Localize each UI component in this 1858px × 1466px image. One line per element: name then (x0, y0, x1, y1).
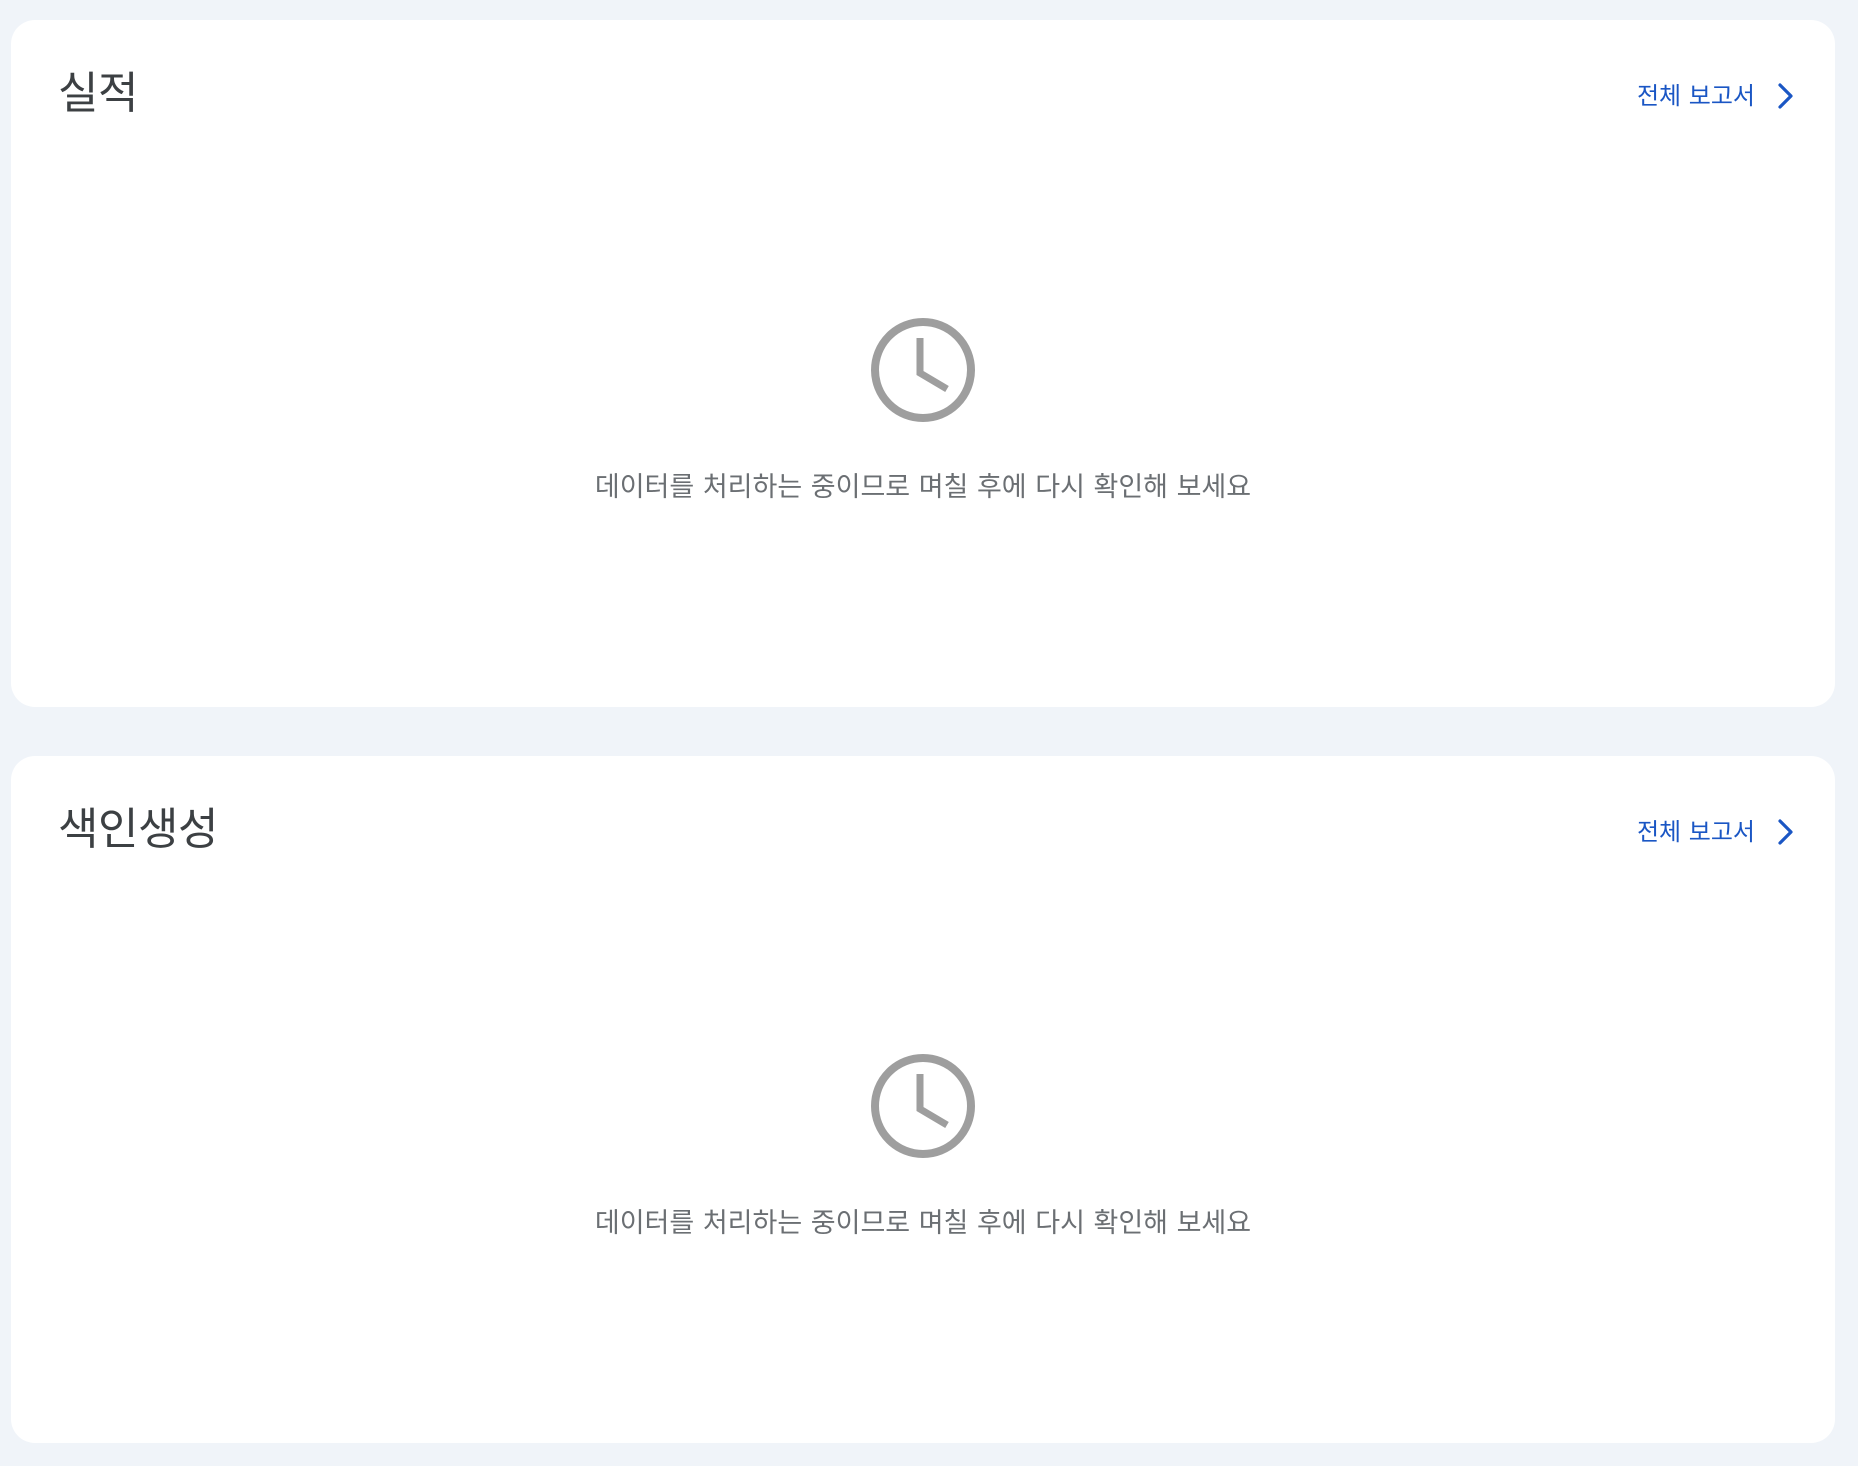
indexing-card: 색인생성 전체 보고서 데이터를 처리하는 중이므로 며칠 후에 다시 확인해 … (11, 756, 1835, 1443)
clock-icon (871, 1054, 975, 1158)
performance-card: 실적 전체 보고서 데이터를 처리하는 중이므로 며칠 후에 다시 확인해 보세… (11, 20, 1835, 707)
full-report-label: 전체 보고서 (1636, 82, 1755, 110)
chevron-right-icon (1778, 83, 1793, 109)
page: 실적 전체 보고서 데이터를 처리하는 중이므로 며칠 후에 다시 확인해 보세… (0, 0, 1858, 1466)
chevron-right-icon (1778, 819, 1793, 845)
performance-full-report-link[interactable]: 전체 보고서 (1637, 76, 1797, 116)
performance-title: 실적 (58, 68, 138, 119)
clock-icon (871, 318, 975, 422)
empty-state-message: 데이터를 처리하는 중이므로 며칠 후에 다시 확인해 보세요 (594, 472, 1252, 503)
full-report-label: 전체 보고서 (1636, 818, 1755, 846)
indexing-title: 색인생성 (58, 804, 218, 855)
performance-empty-state: 데이터를 처리하는 중이므로 며칠 후에 다시 확인해 보세요 (11, 316, 1835, 506)
indexing-empty-state: 데이터를 처리하는 중이므로 며칠 후에 다시 확인해 보세요 (11, 1052, 1835, 1242)
empty-state-message: 데이터를 처리하는 중이므로 며칠 후에 다시 확인해 보세요 (594, 1208, 1252, 1239)
indexing-full-report-link[interactable]: 전체 보고서 (1637, 812, 1797, 852)
